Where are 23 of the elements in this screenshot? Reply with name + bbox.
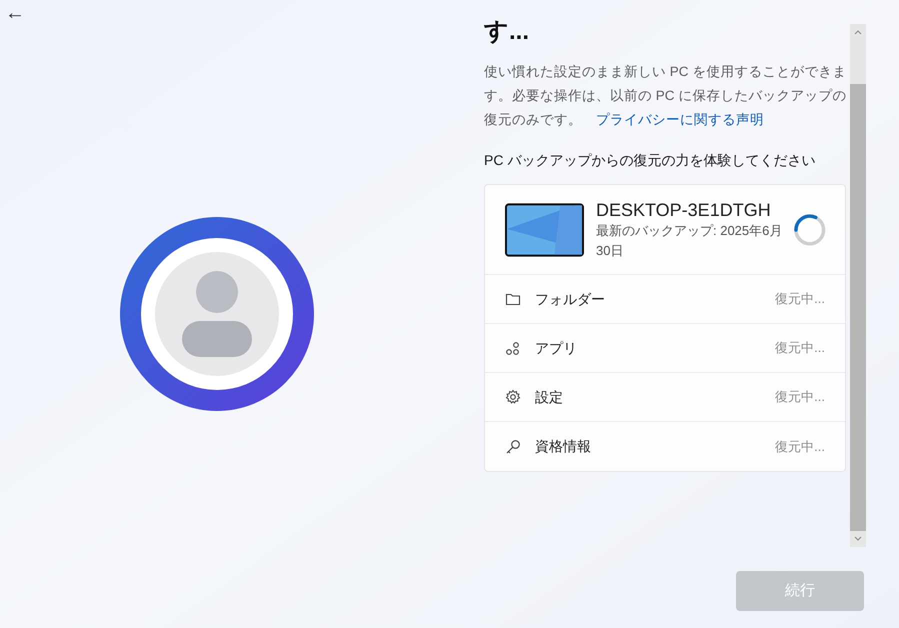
subheading-text: PC バックアップからの復元の力を体験してください bbox=[484, 151, 816, 170]
item-label: フォルダー bbox=[535, 290, 605, 308]
description-text: 使い慣れた設定のまま新しい PC を使用することができます。必要な操作は、以前の PC に保存したバックアップの復元のみです。 プライバシーに関する声明 bbox=[484, 63, 848, 129]
loading-spinner-icon bbox=[793, 212, 827, 246]
backup-date: 最新のバックアップ: 2025年6月 bbox=[596, 222, 782, 240]
item-status: 復元中... bbox=[775, 388, 825, 406]
item-label: 資格情報 bbox=[535, 437, 591, 456]
back-button[interactable]: ← bbox=[2, 0, 28, 26]
item-status: 復元中... bbox=[775, 339, 825, 358]
item-label: アプリ bbox=[535, 338, 577, 358]
item-status: 復元中... bbox=[775, 290, 825, 308]
item-label: 設定 bbox=[535, 388, 563, 406]
key-icon bbox=[505, 438, 521, 454]
folder-icon bbox=[505, 291, 521, 307]
privacy-link[interactable]: プライバシーに関する声明 bbox=[596, 112, 764, 127]
item-status: 復元中... bbox=[775, 438, 825, 456]
desktop-thumbnail-icon bbox=[505, 202, 584, 256]
page-heading: す... bbox=[484, 17, 530, 47]
settings-icon bbox=[505, 389, 521, 405]
apps-icon bbox=[505, 340, 521, 356]
avatar-icon bbox=[120, 217, 314, 411]
device-name: DESKTOP-3E1DTGH bbox=[596, 198, 771, 220]
backup-date: 30日 bbox=[596, 242, 624, 260]
